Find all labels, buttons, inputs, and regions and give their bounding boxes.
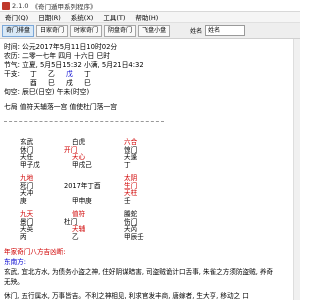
divider	[4, 121, 164, 122]
xunkong-line: 旬空: 辰巳(日空) 午未(时空)	[4, 88, 90, 96]
title-bar: 2.1.0 《奇门遁甲系列程序》	[0, 0, 300, 12]
palace-line: 乙	[72, 232, 79, 241]
qimen-paipan-button[interactable]: 奇门排盘	[2, 24, 35, 37]
ganzhi-label: 干支:	[4, 70, 20, 78]
palace-line: 2017年丁酉	[64, 181, 101, 190]
app-icon	[2, 1, 10, 10]
toolbar: 奇门排盘 日家奇门 时家奇门 阴盘奇门 飞盘小盘 姓名 姓名	[0, 23, 300, 39]
ju-line: 七局 值符天辅落一宫 值使杜门落一宫	[4, 103, 118, 111]
bottom-para2: 无殃。	[4, 278, 24, 286]
name-input[interactable]: 姓名	[205, 25, 246, 36]
bottom-title: 年家奇门八方吉凶断:	[4, 248, 66, 256]
bottom-subtitle: 东南方:	[4, 258, 27, 266]
rijia-qimen-button[interactable]: 日家奇门	[36, 24, 69, 37]
palace-line: 庚	[20, 196, 27, 205]
menu-system[interactable]: 系统(X)	[66, 12, 99, 22]
menu-help[interactable]: 帮助(H)	[130, 12, 163, 22]
app-version: 2.1.0	[12, 1, 29, 10]
feipan-button[interactable]: 飞盘小盘	[138, 24, 171, 37]
palace-line: 甲子戊	[20, 160, 40, 169]
menu-date[interactable]: 日期(R)	[33, 12, 66, 22]
name-box: 姓名 姓名	[190, 25, 246, 36]
vertical-scrollbar[interactable]	[293, 39, 300, 300]
app-title: 《奇门遁甲系列程序》	[31, 2, 97, 11]
palace-line: 甲辰壬	[124, 232, 144, 241]
name-label: 姓名	[190, 28, 203, 35]
jieqi-line: 节气: 立夏, 5月5日15:32 小满, 5月21日4:32	[4, 61, 144, 69]
shijia-qimen-button[interactable]: 时家奇门	[70, 24, 103, 37]
main-content: 时间: 公元2017年5月11日10时02分 农历: 二零一七年 四月 十六日 …	[0, 39, 300, 300]
palace-line: 丙	[20, 232, 27, 241]
palace-line: 丁	[124, 160, 131, 169]
menu-tools[interactable]: 工具(T)	[98, 12, 130, 22]
bottom-para3: 休门, 五行属水, 万事皆吉。不利之神相见, 利求官发丰商, 唐嫁者, 生大亨,…	[4, 292, 249, 300]
palace-line: 甲戌己	[72, 160, 92, 169]
palace-line: 甲申庚	[72, 196, 92, 205]
bottom-para1: 玄武, 宜北方水, 为债务小盗之神, 住好阴谋暗害, 司盗贼诡计口舌事, 朱雀之…	[4, 268, 274, 276]
menu-bar: 奇门(Q) 日期(R) 系统(X) 工具(T) 帮助(H)	[0, 12, 300, 23]
menu-qimen[interactable]: 奇门(Q)	[0, 12, 33, 22]
palace-line: 壬	[124, 196, 131, 205]
yinpan-qimen-button[interactable]: 阴盘奇门	[104, 24, 137, 37]
